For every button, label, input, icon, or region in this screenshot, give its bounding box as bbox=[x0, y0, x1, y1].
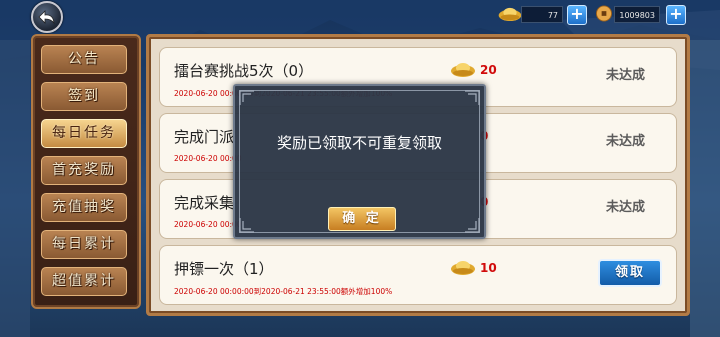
sidebar-item-value-cumulative[interactable]: 超值累计 bbox=[41, 267, 127, 296]
status-not-achieved: 未达成 bbox=[606, 200, 646, 215]
back-button[interactable] bbox=[31, 1, 63, 33]
reward-amount: 20 bbox=[480, 63, 497, 77]
gold-ingot-icon bbox=[498, 7, 522, 22]
sidebar: 公告 签到 每日任务 首充奖励 充值抽奖 每日累计 超值累计 bbox=[31, 34, 141, 309]
sidebar-item-first-recharge[interactable]: 首充奖励 bbox=[41, 156, 127, 185]
sidebar-item-label: 首充奖励 bbox=[52, 162, 116, 178]
top-bar: 77 + 1009803 + bbox=[0, 0, 720, 33]
add-gold-ingot-button[interactable]: + bbox=[567, 5, 587, 25]
reward-amount: 10 bbox=[480, 261, 497, 275]
corner-ornament-icon bbox=[239, 90, 254, 105]
sidebar-item-label: 充值抽奖 bbox=[52, 199, 116, 215]
task-title: 押镖一次（1） bbox=[174, 260, 274, 278]
claim-button[interactable]: 领取 bbox=[598, 259, 662, 287]
gold-ingot-icon bbox=[451, 261, 475, 275]
sidebar-item-daily-cumulative[interactable]: 每日累计 bbox=[41, 230, 127, 259]
corner-ornament-icon bbox=[239, 218, 254, 233]
sidebar-item-announcement[interactable]: 公告 bbox=[41, 45, 127, 74]
sidebar-item-label: 公告 bbox=[68, 51, 100, 67]
dialog-message: 奖励已领取不可重复领取 bbox=[276, 134, 442, 152]
sidebar-item-sign-in[interactable]: 签到 bbox=[41, 82, 127, 111]
sidebar-item-label: 签到 bbox=[68, 88, 100, 104]
status-not-achieved: 未达成 bbox=[606, 68, 646, 83]
task-title: 完成门派 bbox=[174, 128, 235, 146]
coin-count: 1009803 bbox=[614, 6, 660, 23]
corner-ornament-icon bbox=[465, 90, 480, 105]
task-date: 2020-06-20 00:00 bbox=[174, 154, 242, 163]
status-not-achieved: 未达成 bbox=[606, 134, 646, 149]
task-title: 擂台赛挑战5次（0） bbox=[174, 62, 314, 80]
notice-dialog: 奖励已领取不可重复领取 确 定 bbox=[233, 84, 486, 239]
sidebar-item-label: 每日任务 bbox=[52, 125, 116, 141]
corner-ornament-icon bbox=[465, 218, 480, 233]
sidebar-item-label: 每日累计 bbox=[52, 236, 116, 252]
confirm-button[interactable]: 确 定 bbox=[328, 207, 396, 231]
task-title: 完成采集 bbox=[174, 194, 235, 212]
sidebar-item-label: 超值累计 bbox=[52, 273, 116, 289]
add-coin-button[interactable]: + bbox=[666, 5, 686, 25]
task-date: 2020-06-20 00:00:00到2020-06-21 23:55:00额… bbox=[174, 287, 393, 296]
task-date: 2020-06-20 00:00 bbox=[174, 220, 242, 229]
back-arrow-icon bbox=[38, 10, 55, 25]
gold-ingot-count: 77 bbox=[521, 6, 563, 23]
task-row: 押镖一次（1） 2020-06-20 00:00:00到2020-06-21 2… bbox=[159, 245, 677, 305]
coin-icon bbox=[595, 5, 613, 22]
sidebar-item-recharge-lottery[interactable]: 充值抽奖 bbox=[41, 193, 127, 222]
gold-ingot-icon bbox=[451, 63, 475, 77]
sidebar-item-daily-tasks[interactable]: 每日任务 bbox=[41, 119, 127, 148]
